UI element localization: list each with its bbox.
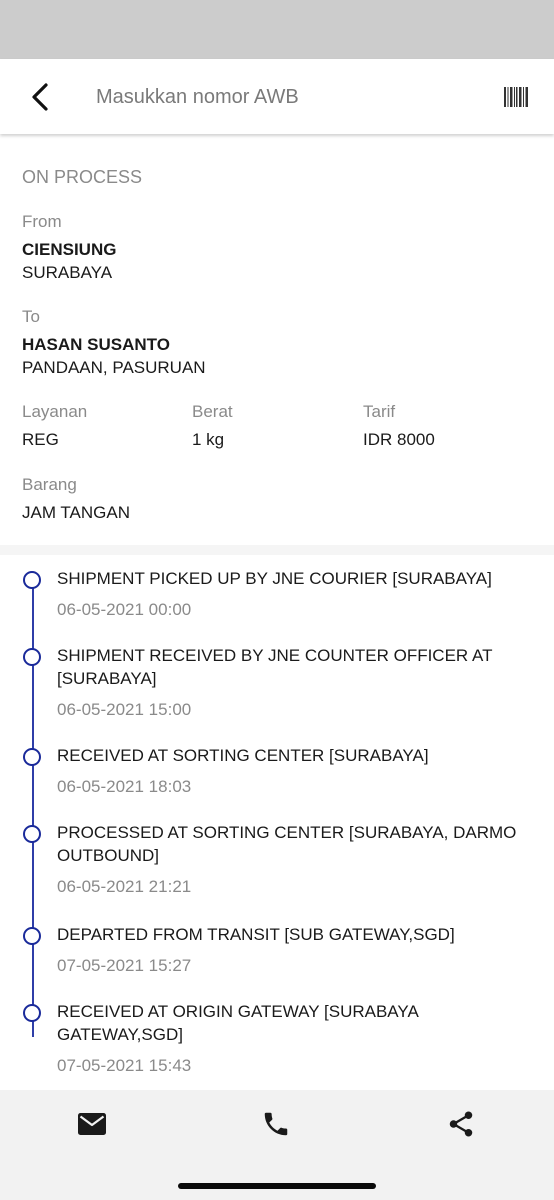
share-button[interactable] [443, 1106, 479, 1142]
call-button[interactable] [258, 1106, 294, 1142]
receiver-city: PANDAAN, PASURUAN [22, 358, 206, 377]
to-label: To [22, 307, 40, 326]
goods-label: Barang [22, 475, 77, 494]
mail-icon [78, 1113, 106, 1135]
section-divider [0, 545, 554, 555]
timeline-line [32, 577, 34, 1037]
sender-name: CIENSIUNG [22, 240, 117, 259]
scan-barcode-button[interactable] [502, 83, 530, 111]
home-indicator [178, 1183, 376, 1189]
event-description: DEPARTED FROM TRANSIT [SUB GATEWAY,SGD] [57, 925, 455, 944]
tariff-value: IDR 8000 [363, 430, 435, 449]
tracking-timeline: SHIPMENT PICKED UP BY JNE COURIER [SURAB… [0, 555, 554, 1090]
event-time: 06-05-2021 00:00 [57, 600, 192, 619]
awb-search-input[interactable] [96, 81, 476, 113]
timeline-dot-icon [23, 1004, 41, 1022]
bottom-action-bar [0, 1090, 554, 1200]
back-button[interactable] [20, 77, 60, 117]
receiver-name: HASAN SUSANTO [22, 335, 170, 354]
event-time: 06-05-2021 15:00 [57, 700, 192, 719]
shipment-status: ON PROCESS [22, 167, 143, 187]
event-time: 06-05-2021 21:21 [57, 877, 192, 896]
event-description: SHIPMENT PICKED UP BY JNE COURIER [SURAB… [57, 569, 492, 588]
barcode-icon [504, 87, 528, 107]
goods-value: JAM TANGAN [22, 503, 130, 522]
timeline-dot-icon [23, 927, 41, 945]
back-arrow-icon [32, 83, 48, 111]
event-time: 07-05-2021 15:43 [57, 1056, 192, 1075]
status-bar [0, 0, 554, 59]
event-description: PROCESSED AT SORTING CENTER [SURABAYA, D… [57, 823, 517, 865]
timeline-dot-icon [23, 571, 41, 589]
event-time: 07-05-2021 15:27 [57, 956, 192, 975]
tariff-label: Tarif [363, 402, 396, 421]
timeline-dot-icon [23, 748, 41, 766]
weight-value: 1 kg [192, 430, 225, 449]
event-description: RECEIVED AT ORIGIN GATEWAY [SURABAYA GAT… [57, 1002, 418, 1044]
sender-city: SURABAYA [22, 263, 113, 282]
app-bar [0, 59, 554, 134]
timeline-dot-icon [23, 648, 41, 666]
event-description: RECEIVED AT SORTING CENTER [SURABAYA] [57, 746, 429, 765]
event-time: 06-05-2021 18:03 [57, 777, 192, 796]
weight-label: Berat [192, 402, 233, 421]
service-label: Layanan [22, 402, 88, 421]
email-button[interactable] [74, 1106, 110, 1142]
from-label: From [22, 212, 62, 231]
event-description: SHIPMENT RECEIVED BY JNE COUNTER OFFICER… [57, 646, 493, 688]
timeline-dot-icon [23, 825, 41, 843]
phone-icon [264, 1112, 288, 1136]
share-icon [449, 1111, 473, 1137]
service-value: REG [22, 430, 59, 449]
